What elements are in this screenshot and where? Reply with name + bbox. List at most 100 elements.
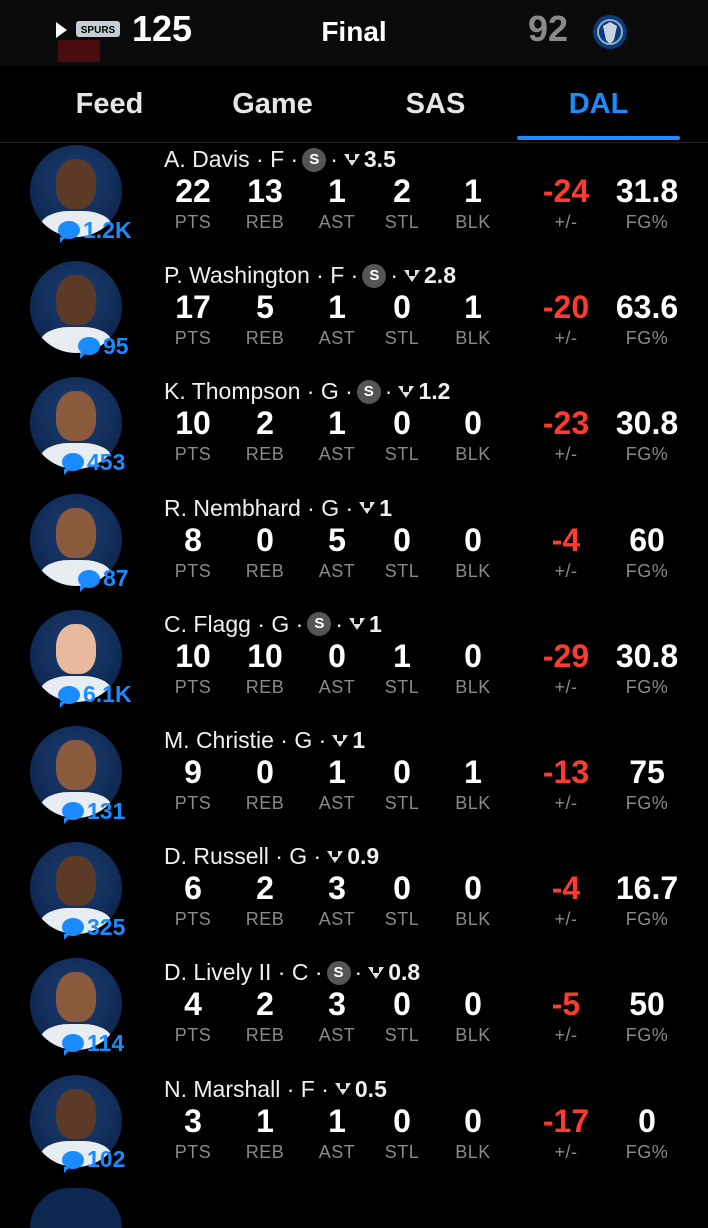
tab-sas[interactable]: SAS (354, 88, 517, 121)
player-name-line[interactable]: R. Nembhard · G · 1 (164, 495, 392, 522)
player-row[interactable]: 1.2K A. Davis · F · S · 3.5 22 PTS 13 REB 1 AST 2 ST… (0, 142, 708, 258)
player-row[interactable]: 325 D. Russell · G · 0.9 6 PTS 2 REB 3 AST 0 STL 0 B… (0, 839, 708, 955)
stat-blk: 0 BLK (438, 1102, 508, 1163)
separator: · (335, 610, 344, 637)
stat-label: STL (384, 909, 420, 930)
stat-label: STL (384, 1141, 420, 1162)
player-rating: 0.8 (388, 959, 421, 986)
stat-label: +/- (554, 212, 578, 232)
stat-value: 0 (464, 870, 482, 907)
tab-game[interactable]: Game (191, 88, 354, 121)
stat-label: FG% (625, 1141, 669, 1162)
stat-ast: 1 AST (302, 1102, 372, 1163)
comments-button[interactable]: 114 (62, 1030, 124, 1057)
stat-pm: -13 +/- (531, 753, 601, 814)
stat-value: 0 (393, 289, 411, 326)
stat-value: 0 (328, 637, 346, 674)
player-name: M. Christie (164, 727, 274, 753)
stat-reb: 2 REB (230, 869, 300, 930)
starter-badge-icon: S (326, 960, 351, 985)
separator: · (314, 1075, 329, 1102)
player-row[interactable]: 114 D. Lively II · C · S · 0.8 4 PTS 2 REB 3 AST 0 S… (0, 955, 708, 1071)
stat-label: AST (318, 909, 356, 930)
player-name-line[interactable]: P. Washington · F · S · 2.8 (164, 262, 456, 289)
comments-button[interactable]: 95 (78, 333, 129, 360)
comments-button[interactable]: 87 (78, 565, 129, 592)
player-row[interactable]: 6.1K C. Flagg · G · S · 1 10 PTS 10 REB 0 AST 1 STL 0… (0, 607, 708, 723)
next-player-avatar (30, 1188, 122, 1228)
tab-dal[interactable]: DAL (517, 88, 680, 121)
stat-value: 10 (247, 637, 283, 674)
stat-label: PTS (174, 212, 212, 232)
comments-button[interactable]: 325 (62, 914, 125, 941)
separator: · (268, 843, 290, 870)
next-stat-column-edge (700, 408, 708, 468)
player-name: D. Russell (164, 843, 269, 870)
stat-value: 0 (256, 754, 274, 790)
stat-label: PTS (174, 1025, 212, 1046)
comments-button[interactable]: 453 (62, 449, 125, 476)
player-photo (56, 1088, 96, 1139)
stat-ast: 3 AST (302, 985, 372, 1046)
comments-button[interactable]: 6.1K (58, 681, 132, 708)
player-rating: 1 (352, 727, 366, 753)
player-name-line[interactable]: N. Marshall · F · 0.5 (164, 1076, 387, 1103)
separator: · (330, 146, 338, 172)
stat-label: BLK (455, 1141, 491, 1162)
tab-feed[interactable]: Feed (28, 88, 191, 121)
player-row[interactable]: 131 M. Christie · G · 1 9 PTS 0 REB 1 AST 0 STL 1 BL… (0, 723, 708, 839)
comments-button[interactable]: 102 (62, 1146, 125, 1173)
stat-reb: 13 REB (230, 172, 300, 233)
stat-pts: 4 PTS (158, 985, 228, 1046)
separator: · (312, 727, 327, 753)
player-rating: 0.5 (354, 1075, 387, 1102)
stat-label: REB (245, 560, 285, 581)
stat-label: PTS (174, 1141, 212, 1162)
stat-value: 0 (638, 1102, 656, 1139)
stat-label: +/- (554, 560, 578, 581)
stat-label: PTS (174, 793, 212, 813)
stat-value: 1 (464, 289, 482, 326)
player-photo (56, 507, 96, 558)
stat-value: 0 (256, 521, 274, 558)
separator: · (250, 610, 272, 637)
rating-flag-icon (349, 618, 366, 631)
stat-pm: -23 +/- (531, 404, 601, 465)
stat-value: 0 (393, 986, 411, 1023)
stat-pm: -5 +/- (531, 985, 601, 1046)
player-row[interactable]: 95 P. Washington · F · S · 2.8 17 PTS 5 REB 1 AST 0… (0, 258, 708, 374)
player-row[interactable]: 102 N. Marshall · F · 0.5 3 PTS 1 REB 1 AST 0 STL 0… (0, 1072, 708, 1188)
stat-pm: -20 +/- (531, 288, 601, 349)
comments-button[interactable]: 131 (62, 798, 125, 824)
stat-blk: 0 BLK (438, 869, 508, 930)
separator: · (280, 1075, 301, 1102)
player-row[interactable]: 453 K. Thompson · G · S · 1.2 10 PTS 2 REB 1 AST 0 S… (0, 374, 708, 490)
comments-button[interactable]: 1.2K (58, 217, 132, 243)
stat-label: AST (318, 560, 356, 581)
player-position: G (294, 727, 313, 753)
comment-icon (62, 1150, 84, 1173)
player-name-line[interactable]: C. Flagg · G · S · 1 (164, 611, 382, 638)
stat-value: 30.8 (615, 637, 679, 674)
stat-stl: 0 STL (367, 288, 437, 349)
active-tab-indicator (517, 136, 680, 140)
player-name-line[interactable]: A. Davis · F · S · 3.5 (164, 146, 396, 173)
stat-fg: 63.6 FG% (612, 288, 682, 349)
stat-label: BLK (455, 328, 491, 349)
separator: · (300, 494, 322, 521)
stat-blk: 1 BLK (438, 753, 508, 814)
player-name: C. Flagg (164, 610, 251, 637)
stat-label: PTS (174, 676, 212, 697)
player-name-line[interactable]: D. Russell · G · 0.9 (164, 843, 379, 870)
stat-pts: 10 PTS (158, 404, 228, 465)
player-photo (56, 623, 96, 674)
player-name-line[interactable]: K. Thompson · G · S · 1.2 (164, 378, 450, 405)
stat-label: AST (318, 444, 356, 465)
stat-stl: 0 STL (367, 869, 437, 930)
player-name-line[interactable]: D. Lively II · C · S · 0.8 (164, 959, 420, 986)
stat-label: PTS (174, 909, 212, 930)
stat-label: STL (384, 676, 420, 697)
rating-flag-icon (334, 1083, 351, 1096)
player-row[interactable]: 87 R. Nembhard · G · 1 8 PTS 0 REB 5 AST 0 STL 0 BLK… (0, 491, 708, 607)
player-name-line[interactable]: M. Christie · G · 1 (164, 727, 365, 754)
